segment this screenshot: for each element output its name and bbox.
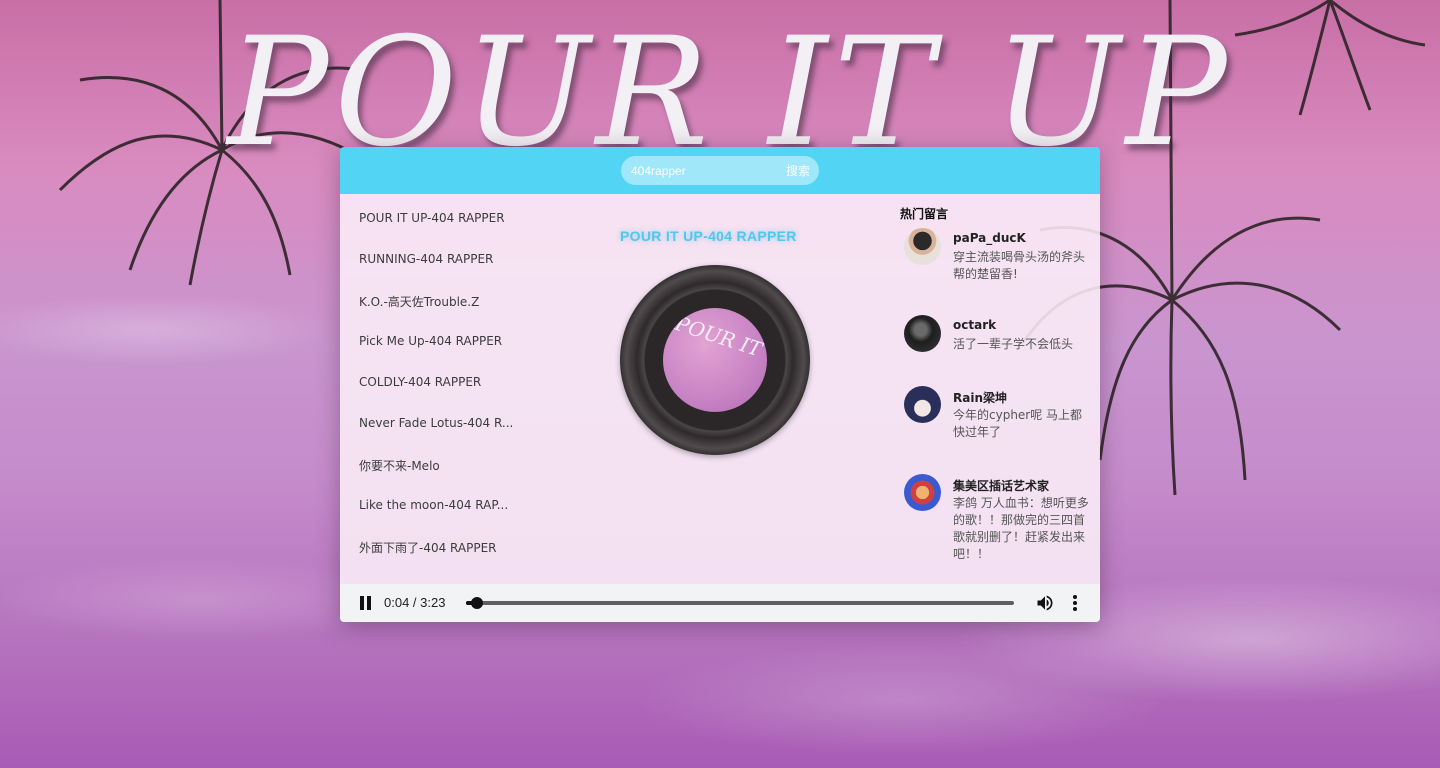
comment-text: 穿主流装喝骨头汤的斧头帮的楚留香! <box>953 250 1086 281</box>
volume-icon[interactable] <box>1035 593 1055 613</box>
playlist-item[interactable]: RUNNING-404 RAPPER <box>359 235 529 276</box>
avatar <box>904 315 941 352</box>
vinyl-disc: POUR IT UP <box>620 265 810 455</box>
playlist-item[interactable]: Pick Me Up-404 RAPPER <box>359 317 529 358</box>
seek-bar[interactable] <box>466 597 1014 609</box>
playlist-item[interactable]: K.O.-高天佐Trouble.Z <box>359 276 529 317</box>
playlist-item[interactable]: ... <box>359 563 529 584</box>
palm-tree-top-right-decoration <box>1234 0 1426 116</box>
playlist-item[interactable]: COLDLY-404 RAPPER <box>359 358 529 399</box>
comment-text: 李鸽 万人血书：想听更多的歌！！那做完的三四首歌就别删了！赶紧发出来吧！！ <box>953 496 1089 561</box>
avatar <box>904 228 941 265</box>
pause-icon[interactable] <box>358 595 374 611</box>
audio-controls: 0:04 / 3:23 <box>340 584 1100 622</box>
comment-author: Rain梁坤 <box>953 391 1007 405</box>
seek-thumb[interactable] <box>471 597 484 609</box>
player-header: 搜索 <box>340 147 1100 194</box>
player-content: POUR IT UP-404 RAPPER RUNNING-404 RAPPER K… <box>340 194 1100 584</box>
comment-author: 集美区插话艺术家 <box>953 479 1050 493</box>
comment-author: paPa_ducK <box>953 231 1026 245</box>
comment-text: 活了一辈子学不会低头 <box>953 337 1074 351</box>
comment-text: 今年的cypher呢 马上都快过年了 <box>953 408 1083 439</box>
hot-comments-panel: 热门留言 paPa_ducK 穿主流装喝骨头汤的斧头帮的楚留香! octark … <box>900 194 1100 584</box>
playlist-item[interactable]: Like the moon-404 RAP... <box>359 481 529 522</box>
music-player: 搜索 POUR IT UP-404 RAPPERRUNNING-404 RAPP… <box>340 147 1100 622</box>
playlist-item[interactable]: 你要不来-Melo <box>359 440 529 481</box>
now-playing-title: POUR IT UP-404 RAPPER <box>620 228 797 244</box>
comment-author: octark <box>953 318 997 332</box>
avatar <box>904 386 941 423</box>
avatar <box>904 474 941 511</box>
search-input[interactable] <box>621 156 771 185</box>
song-list: POUR IT UP-404 RAPPER RUNNING-404 RAPPER K… <box>359 194 529 584</box>
comments-title: 热门留言 <box>900 207 949 221</box>
more-options-icon[interactable] <box>1067 593 1083 613</box>
time-display: 0:04 / 3:23 <box>384 595 446 610</box>
album-cover-label: POUR IT UP <box>663 308 767 412</box>
album-cover-text: POUR IT UP <box>672 311 767 373</box>
playlist-item[interactable]: 外面下雨了-404 RAPPER <box>359 522 529 563</box>
search-box: 搜索 <box>621 156 819 185</box>
search-button[interactable]: 搜索 <box>777 156 819 185</box>
playlist-item[interactable]: POUR IT UP-404 RAPPER <box>359 194 529 235</box>
background-title-art: POUR IT UP <box>227 6 1233 180</box>
playlist-item[interactable]: Never Fade Lotus-404 R... <box>359 399 529 440</box>
